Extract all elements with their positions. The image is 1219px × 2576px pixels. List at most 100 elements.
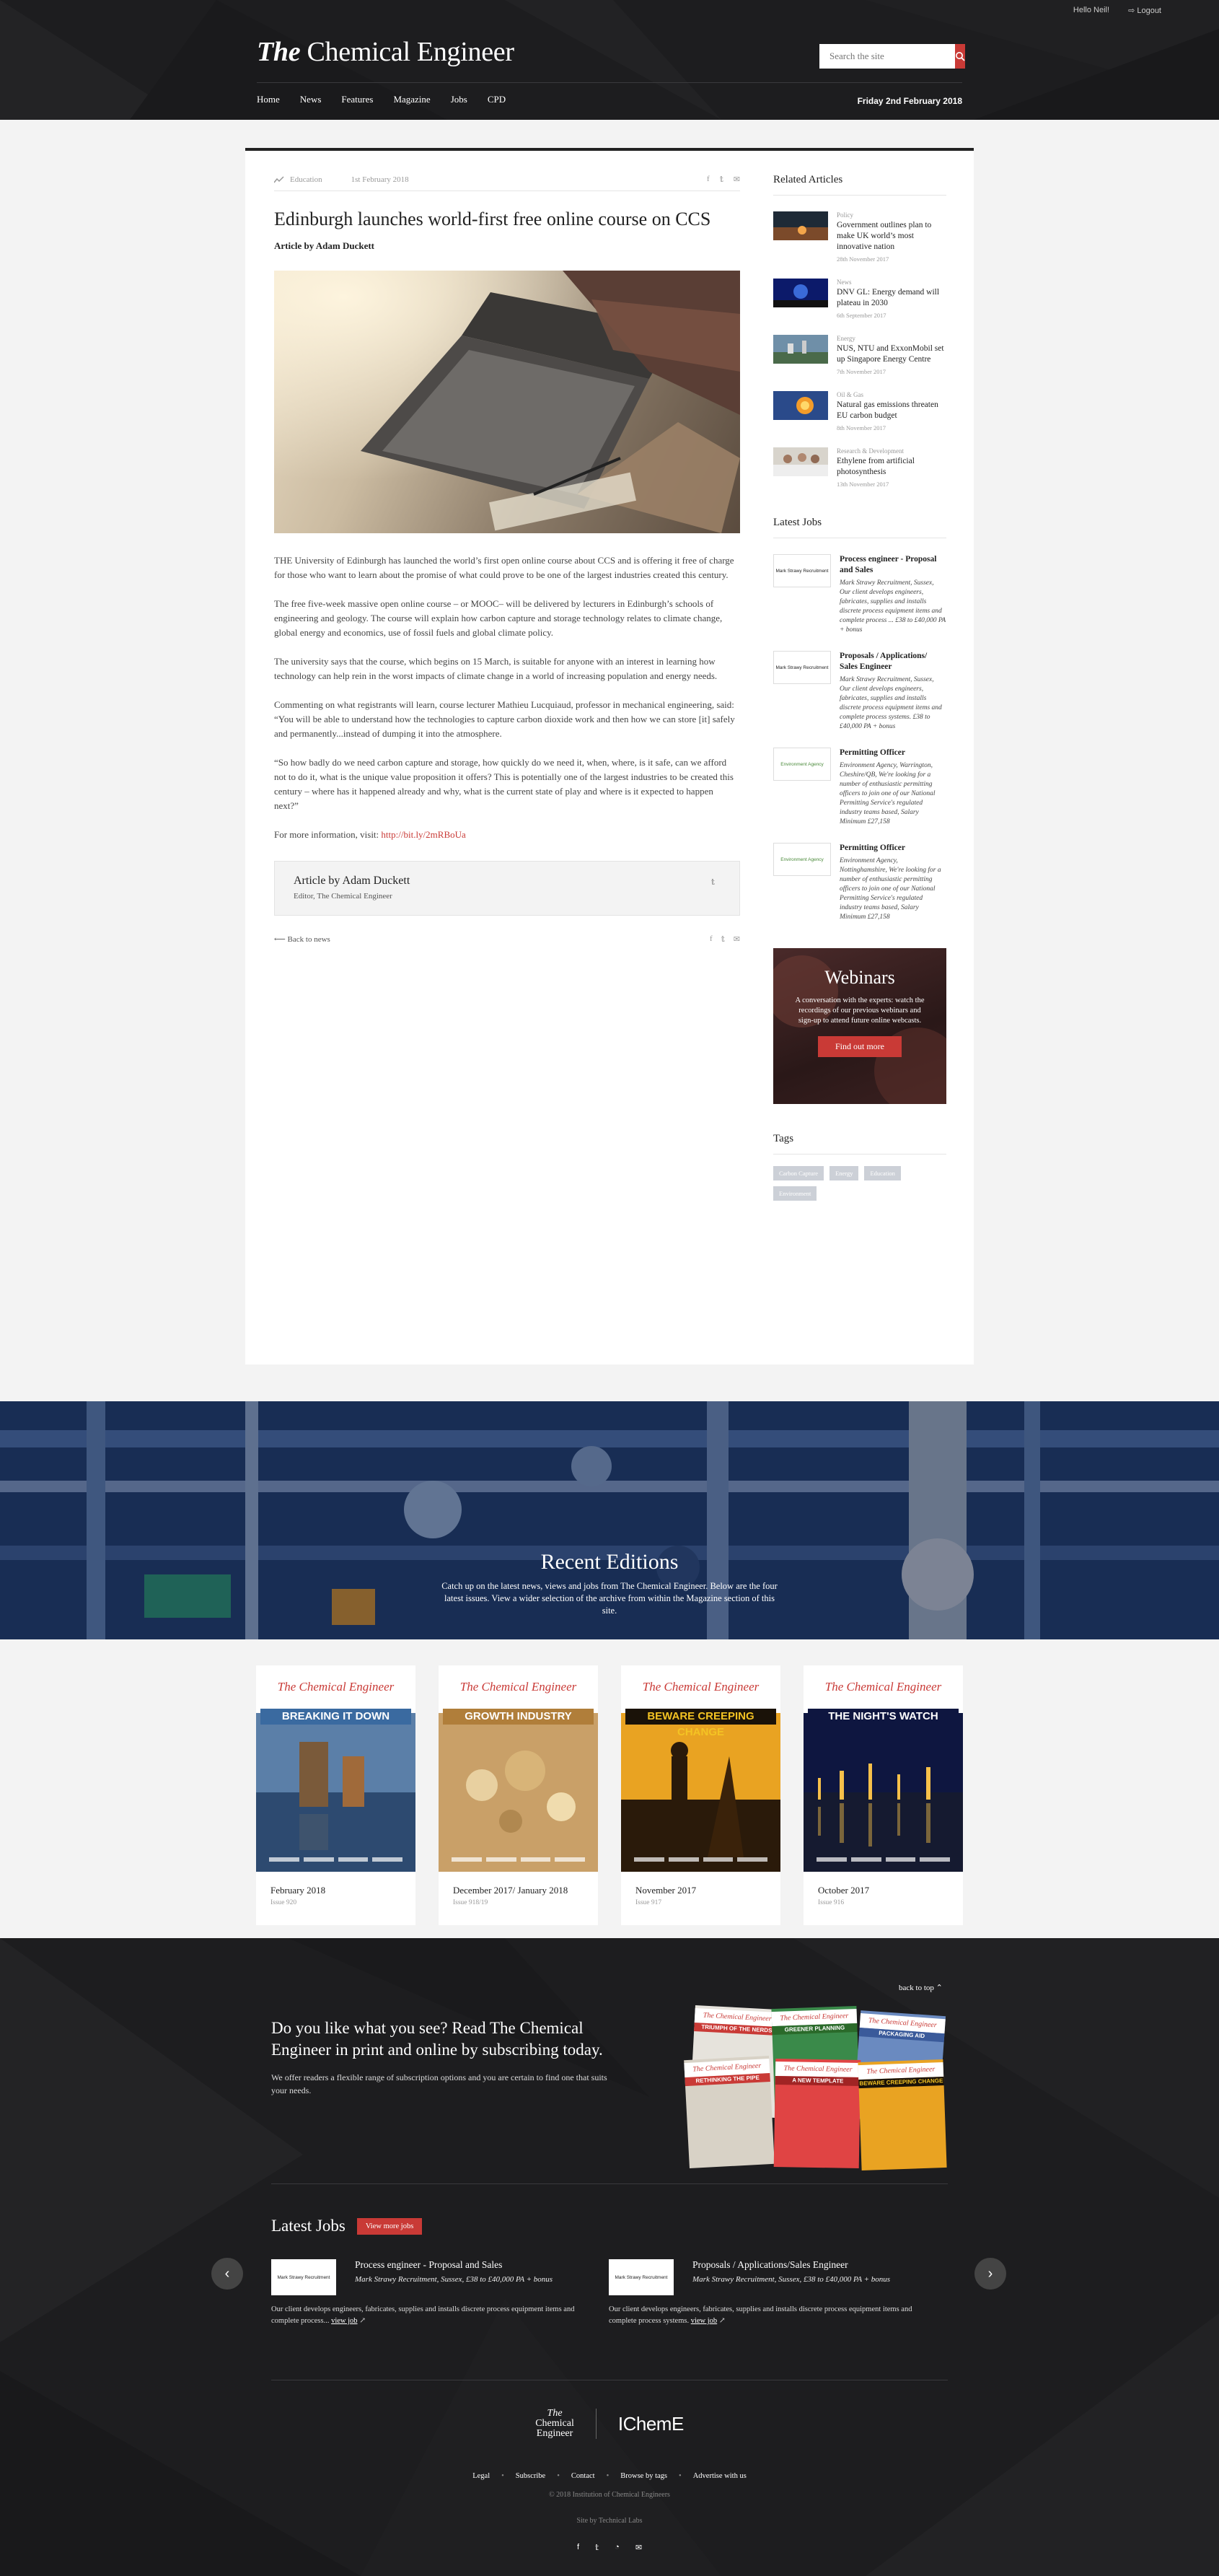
tce-logo[interactable]: The Chemical Engineer <box>535 2409 574 2439</box>
footer-job[interactable]: Mark Strawy Recruitment Proposals / Appl… <box>609 2259 933 2327</box>
email-icon[interactable]: ✉ <box>734 175 740 184</box>
edition-issue: Issue 920 <box>270 1899 297 1906</box>
main-nav: Home News Features Magazine Jobs CPD <box>257 94 506 105</box>
tag[interactable]: Education <box>864 1166 901 1180</box>
search-box <box>819 44 965 69</box>
edition-card[interactable]: The Chemical Engineer GROWTH INDUSTRY De… <box>439 1665 598 1925</box>
related-date: 8th November 2017 <box>837 424 886 431</box>
carousel-next-button[interactable]: › <box>974 2258 1006 2290</box>
footer-link-tags[interactable]: Browse by tags <box>620 2472 667 2480</box>
header-pattern <box>0 0 1219 120</box>
site-logo[interactable]: The Chemical Engineer <box>257 36 514 68</box>
more-info-link[interactable]: http://bit.ly/2mRBoUa <box>381 829 465 840</box>
logo-main: Chemical Engineer <box>307 37 514 67</box>
footer-link-advertise[interactable]: Advertise with us <box>693 2472 747 2480</box>
view-job-link[interactable]: view job <box>691 2317 717 2325</box>
footer-job[interactable]: Mark Strawy Recruitment Process engineer… <box>271 2259 596 2327</box>
webinar-text: A conversation with the experts: watch t… <box>795 996 925 1025</box>
back-to-top-label: back to top <box>899 1984 934 1992</box>
twitter-icon[interactable]: 𝕥 <box>595 2543 599 2552</box>
back-to-top[interactable]: back to top ⌃ <box>899 1983 943 1992</box>
related-article[interactable]: News DNV GL: Energy demand will plateau i… <box>773 279 946 319</box>
cover-masthead: The Chemical Engineer <box>642 1680 760 1694</box>
nav-cpd[interactable]: CPD <box>488 94 506 105</box>
article-paragraph: The university says that the course, whi… <box>274 656 718 681</box>
mag-cover: The Chemical Engineer RETHINKING THE PIPE <box>684 2056 775 2168</box>
carousel-prev-button[interactable]: ‹ <box>211 2258 243 2290</box>
job-title: Proposals / Applications/ Sales Engineer <box>840 652 928 671</box>
author-twitter-icon[interactable]: 𝕥 <box>711 877 715 887</box>
facebook-icon[interactable]: f <box>707 175 710 184</box>
cover-image <box>439 1713 598 1872</box>
author-name: Article by Adam Duckett <box>294 875 410 887</box>
view-job-link[interactable]: view job <box>331 2317 357 2325</box>
sidebar-job[interactable]: Mark Strawy Recruitment Process engineer… <box>773 554 946 635</box>
logo-separator <box>595 2409 597 2439</box>
article-body: THE University of Edinburgh has launched… <box>274 553 740 842</box>
sidebar-job[interactable]: Environment Agency Permitting Officer Env… <box>773 843 946 922</box>
footer-link-subscribe[interactable]: Subscribe <box>516 2472 545 2480</box>
search-button[interactable] <box>955 44 965 69</box>
article-date: 1st February 2018 <box>351 175 409 184</box>
related-article[interactable]: Policy Government outlines plan to make U… <box>773 211 946 263</box>
edition-card[interactable]: The Chemical Engineer BREAKING IT DOWN F… <box>256 1665 415 1925</box>
footer-latest-jobs-header: Latest Jobs View more jobs <box>271 2217 423 2235</box>
sidebar-job[interactable]: Environment Agency Permitting Officer Env… <box>773 748 946 827</box>
tag[interactable]: Carbon Capture <box>773 1166 824 1180</box>
icheme-logo[interactable]: IChemE <box>618 2413 684 2435</box>
find-out-more-button[interactable]: Find out more <box>818 1036 902 1057</box>
email-icon[interactable]: ✉ <box>635 2543 642 2552</box>
job-description-text: Our client develops engineers, fabricate… <box>271 2305 575 2325</box>
twitter-icon[interactable]: 𝕥 <box>720 175 723 184</box>
tag[interactable]: Environment <box>773 1186 817 1201</box>
related-article[interactable]: Research & Development Ethylene from arti… <box>773 447 946 488</box>
tag[interactable]: Energy <box>829 1166 859 1180</box>
footer-latest-jobs-title: Latest Jobs <box>271 2217 346 2235</box>
logo-line: Chemical <box>535 2418 574 2429</box>
related-date: 6th September 2017 <box>837 312 886 319</box>
link-dot: • <box>679 2472 682 2480</box>
author-role: Editor, The Chemical Engineer <box>294 892 392 901</box>
nav-features[interactable]: Features <box>341 94 373 105</box>
email-icon[interactable]: ✉ <box>734 934 740 944</box>
job-description-text: Our client develops engineers, fabricate… <box>609 2305 912 2325</box>
view-more-jobs-button[interactable]: View more jobs <box>356 2217 423 2235</box>
related-title: NUS, NTU and ExxonMobil set up Singapore… <box>837 344 944 364</box>
nav-home[interactable]: Home <box>257 94 280 105</box>
related-title: Government outlines plan to make UK worl… <box>837 221 932 251</box>
sidebar-job[interactable]: Mark Strawy Recruitment Proposals / Appl… <box>773 651 946 732</box>
facebook-icon[interactable]: f <box>710 934 713 944</box>
cover-masthead: The Chemical Engineer <box>459 1680 577 1694</box>
related-thumb <box>773 211 828 240</box>
nav-news[interactable]: News <box>300 94 322 105</box>
nav-magazine[interactable]: Magazine <box>393 94 430 105</box>
magazine-stack[interactable]: The Chemical Engineer TRIUMPH OF THE NERD… <box>684 2005 949 2171</box>
edition-card[interactable]: The Chemical Engineer THE NIGHT'S WATCH … <box>804 1665 963 1925</box>
back-to-news[interactable]: ⟵ Back to news <box>274 934 330 944</box>
related-category: News <box>837 279 852 286</box>
tag-list: Carbon Capture Energy Education Environm… <box>773 1166 946 1201</box>
related-category: Energy <box>837 335 855 342</box>
job-logo: Environment Agency <box>773 843 831 876</box>
facebook-icon[interactable]: f <box>577 2543 579 2552</box>
footer-logos: The Chemical Engineer IChemE <box>0 2409 1219 2439</box>
rss-icon[interactable]: ◔ <box>615 2543 620 2552</box>
job-logo: Mark Strawy Recruitment <box>609 2259 674 2295</box>
nav-jobs[interactable]: Jobs <box>451 94 467 105</box>
search-input[interactable] <box>819 44 955 69</box>
article-category[interactable]: Education <box>290 175 322 184</box>
footer-link-legal[interactable]: Legal <box>472 2472 490 2480</box>
related-article[interactable]: Oil & Gas Natural gas emissions threaten … <box>773 391 946 431</box>
twitter-icon[interactable]: 𝕥 <box>721 934 725 944</box>
recent-editions-banner: Recent Editions Catch up on the latest n… <box>0 1401 1219 1639</box>
arrow-left-icon: ⟵ <box>274 935 288 944</box>
footer-link-contact[interactable]: Contact <box>571 2472 595 2480</box>
related-article[interactable]: Energy NUS, NTU and ExxonMobil set up Sin… <box>773 335 946 375</box>
user-greeting[interactable]: Hello Neil! <box>1073 6 1109 15</box>
site-credit[interactable]: Site by Technical Labs <box>0 2517 1219 2525</box>
cover-headline: THE NIGHT'S WATCH <box>808 1709 959 1725</box>
chevron-up-icon: ⌃ <box>936 1984 943 1992</box>
edition-card[interactable]: The Chemical Engineer BEWARE CREEPING CH… <box>621 1665 780 1925</box>
subscribe-title: Do you like what you see? Read The Chemi… <box>271 2019 603 2059</box>
logout-link[interactable]: ⇨ Logout <box>1128 6 1161 15</box>
